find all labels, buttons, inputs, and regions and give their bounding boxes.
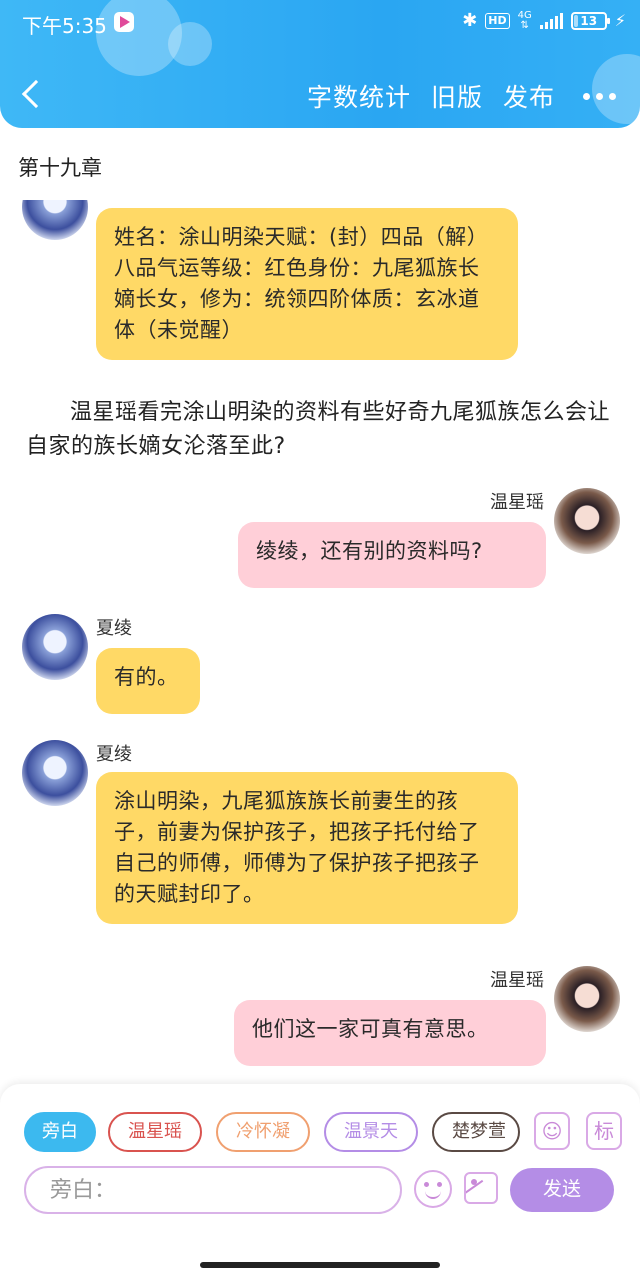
speaker-name: 温星瑶	[490, 492, 544, 513]
avatar-xialing	[22, 740, 88, 806]
message-bubble: 姓名：涂山明染天赋：(封）四品（解）八品气运等级：红色身份：九尾狐族长嫡长女，修…	[96, 208, 518, 360]
network-icon: 4G ⇅	[517, 9, 532, 31]
header-actions: 字数统计 旧版 发布	[307, 78, 616, 114]
hd-icon: HD	[485, 12, 510, 29]
more-dots-icon[interactable]	[583, 92, 616, 100]
back-chevron-icon[interactable]	[21, 79, 51, 109]
message-bubble: 有的。	[96, 648, 200, 714]
message-input-wrapper	[24, 1166, 402, 1214]
status-bar: 下午5:35 ✱ HD 4G ⇅ 13 ⚡	[0, 0, 640, 46]
character-chip-wenjingtian[interactable]: 温景天	[324, 1112, 418, 1152]
add-character-icon[interactable]: ☺	[534, 1112, 570, 1150]
status-time: 下午5:35	[22, 14, 107, 38]
battery-icon: 13	[570, 11, 610, 30]
avatar-wenxingyao	[554, 488, 620, 554]
message-bubble: 他们这一家可真有意思。	[234, 1000, 546, 1066]
signal-icon	[539, 12, 563, 29]
message-input[interactable]	[26, 1168, 400, 1212]
word-count-button[interactable]: 字数统计	[307, 78, 411, 114]
app-play-icon	[114, 12, 134, 32]
speaker-name: 夏绫	[96, 744, 132, 765]
character-chip-lenghuaining[interactable]: 冷怀凝	[216, 1112, 310, 1152]
message-bubble: 绫绫，还有别的资料吗?	[238, 522, 546, 588]
home-indicator	[200, 1262, 440, 1268]
avatar-wenxingyao	[554, 966, 620, 1032]
charging-icon: ⚡	[614, 11, 626, 30]
marker-tool-button[interactable]: 标	[586, 1112, 622, 1150]
publish-button[interactable]: 发布	[503, 78, 555, 114]
avatar-xialing	[22, 614, 88, 680]
character-chip-narrator[interactable]: 旁白	[24, 1112, 96, 1152]
message-bubble: 涂山明染，九尾狐族族长前妻生的孩子，前妻为保护孩子，把孩子托付给了自己的师傅，师…	[96, 772, 518, 924]
character-chip-wenxingyao[interactable]: 温星瑶	[108, 1112, 202, 1152]
speaker-name: 夏绫	[96, 618, 132, 639]
old-version-button[interactable]: 旧版	[431, 78, 483, 114]
speaker-name: 温星瑶	[490, 970, 544, 991]
chapter-title: 第十九章	[18, 156, 102, 180]
avatar-xialing	[22, 200, 88, 240]
narration-text: 温星瑶看完涂山明染的资料有些好奇九尾狐族怎么会让自家的族长嫡女沦落至此?	[26, 400, 611, 459]
send-button[interactable]: 发送	[510, 1168, 614, 1212]
image-icon[interactable]	[464, 1172, 498, 1204]
character-chip-chumengxuan[interactable]: 楚梦萱	[432, 1112, 520, 1152]
status-icons: ✱ HD 4G ⇅ 13 ⚡	[462, 10, 626, 31]
top-header: 下午5:35 ✱ HD 4G ⇅ 13 ⚡ 字数统计 旧版 发布	[0, 0, 640, 128]
bluetooth-icon: ✱	[462, 10, 478, 31]
emoji-icon[interactable]	[414, 1170, 452, 1208]
